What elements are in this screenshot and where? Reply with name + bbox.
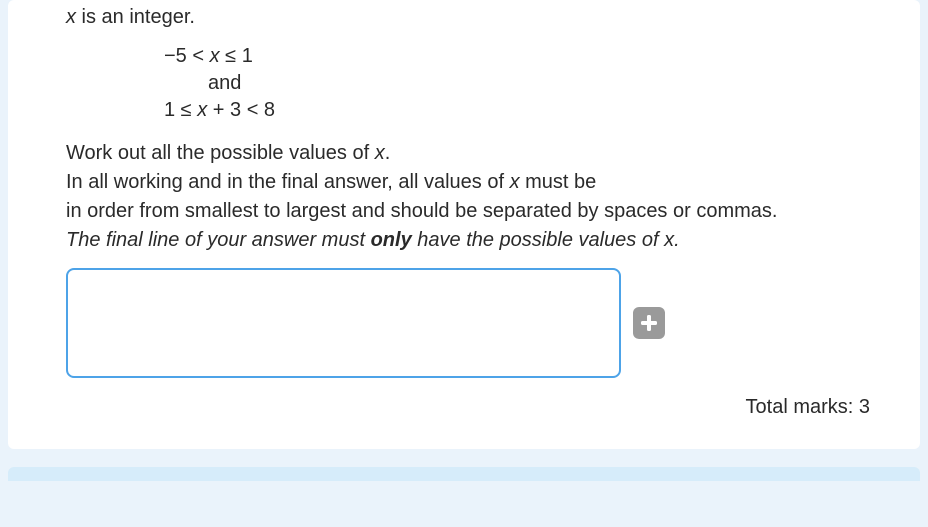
- instruction-2: In all working and in the final answer, …: [66, 169, 900, 196]
- instr2-x: x: [510, 171, 520, 193]
- answer-input[interactable]: [66, 268, 621, 378]
- ineq2-x: x: [197, 99, 207, 121]
- plus-icon: [640, 314, 658, 332]
- instr2-post: must be: [520, 171, 597, 193]
- ineq2-post: + 3 < 8: [207, 99, 275, 121]
- instr1-pre: Work out all the possible values of: [66, 142, 375, 164]
- final-post-b: .: [674, 229, 680, 251]
- ineq1-post: ≤ 1: [220, 45, 253, 67]
- final-bold: only: [371, 229, 412, 251]
- question-content: x is an integer. −5 < x ≤ 1 and 1 ≤ x + …: [8, 6, 920, 419]
- total-marks: Total marks: 3: [66, 396, 900, 419]
- instr1-post: .: [385, 142, 391, 164]
- question-intro: x is an integer.: [66, 6, 900, 29]
- add-working-button[interactable]: [633, 307, 665, 339]
- question-card: x is an integer. −5 < x ≤ 1 and 1 ≤ x + …: [8, 0, 920, 449]
- ineq1-pre: −5 <: [164, 45, 210, 67]
- ineq2-pre: 1 ≤: [164, 99, 197, 121]
- instruction-1: Work out all the possible values of x.: [66, 140, 900, 167]
- instruction-final: The final line of your answer must only …: [66, 227, 900, 254]
- final-pre: The final line of your answer must: [66, 229, 371, 251]
- final-x: x: [664, 229, 674, 251]
- instr2-pre: In all working and in the final answer, …: [66, 171, 510, 193]
- instruction-block: Work out all the possible values of x. I…: [66, 140, 900, 254]
- inequality-line-1: −5 < x ≤ 1: [164, 43, 900, 70]
- inequality-block: −5 < x ≤ 1 and 1 ≤ x + 3 < 8: [164, 43, 900, 124]
- answer-row: [66, 268, 900, 378]
- ineq1-x: x: [210, 45, 220, 67]
- intro-text: is an integer.: [76, 6, 195, 28]
- instruction-3: in order from smallest to largest and sh…: [66, 198, 900, 225]
- instr1-x: x: [375, 142, 385, 164]
- next-card-peek: [8, 467, 920, 481]
- final-post-a: have the possible values of: [412, 229, 664, 251]
- inequality-line-2: 1 ≤ x + 3 < 8: [164, 97, 900, 124]
- variable-x: x: [66, 6, 76, 28]
- inequality-and: and: [208, 70, 900, 97]
